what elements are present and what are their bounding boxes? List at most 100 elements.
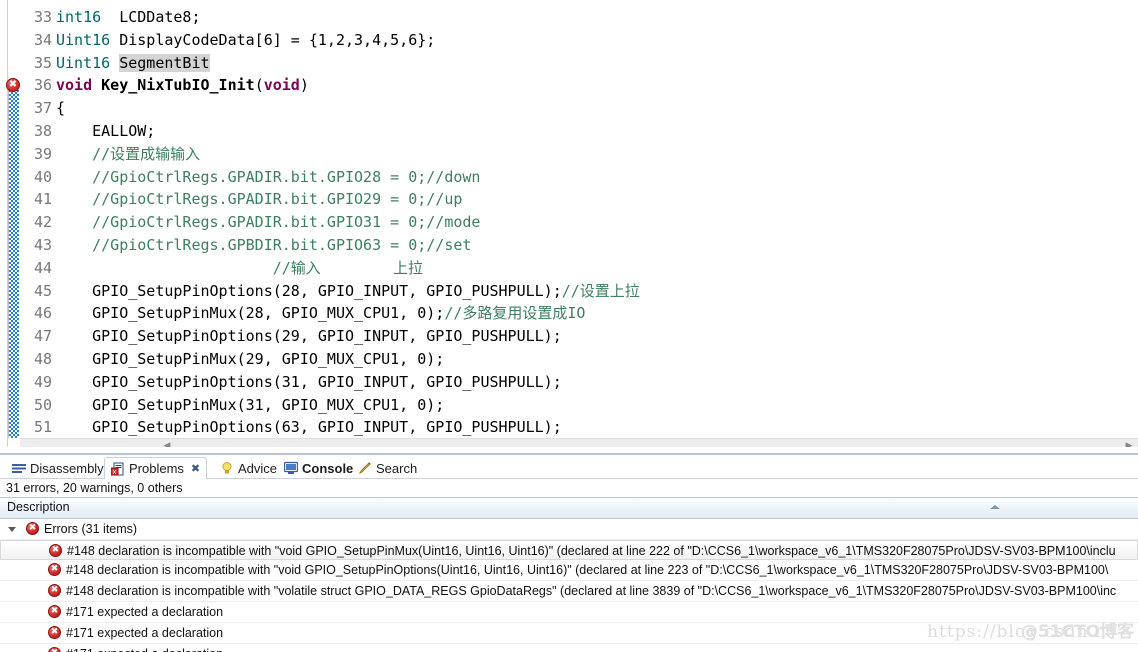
line-number: 35	[33, 53, 52, 72]
sort-ascending-icon[interactable]	[990, 505, 1000, 509]
code-token: DisplayCodeData[6] = {1,2,3,4,5,6};	[110, 30, 436, 49]
line-number: 33	[33, 8, 52, 26]
table-row[interactable]: ✖ #171 expected a declaration	[0, 644, 1138, 652]
close-icon[interactable]: ✖	[191, 462, 200, 475]
code-line[interactable]: 39 //设置成输输入	[0, 143, 1138, 166]
code-token: //GpioCtrlRegs.GPADIR.bit.GPIO29 = 0;//u…	[56, 190, 463, 209]
code-token: void	[56, 76, 93, 95]
code-line[interactable]: 35 Uint16 SegmentBit	[0, 52, 1138, 75]
code-line[interactable]: 51 GPIO_SetupPinOptions(63, GPIO_INPUT, …	[0, 416, 1138, 439]
tab-console[interactable]: Console	[278, 457, 359, 479]
expand-collapse-icon[interactable]	[8, 527, 16, 532]
line-number: 49	[33, 372, 52, 391]
code-token: //GpioCtrlRegs.GPBDIR.bit.GPIO63 = 0;//s…	[56, 235, 472, 254]
code-token: //GpioCtrlRegs.GPADIR.bit.GPIO28 = 0;//d…	[56, 167, 481, 186]
svg-text:x: x	[112, 468, 116, 476]
code-line-text: //输入 上拉	[56, 257, 423, 280]
table-row[interactable]: ✖ #148 declaration is incompatible with "…	[0, 540, 1138, 560]
search-icon	[358, 461, 372, 475]
code-text-area[interactable]: 3233int16 LCDDate8;34Uint16 DisplayCodeD…	[0, 0, 1138, 438]
code-line-text: GPIO_SetupPinMux(28, GPIO_MUX_CPU1, 0);/…	[56, 302, 585, 325]
code-line[interactable]: 40 //GpioCtrlRegs.GPADIR.bit.GPIO28 = 0;…	[0, 166, 1138, 189]
code-line[interactable]: 38 EALLOW;	[0, 120, 1138, 143]
code-line-text: int16 LCDDate8;	[56, 6, 201, 29]
code-line[interactable]: 45 GPIO_SetupPinOptions(28, GPIO_INPUT, …	[0, 280, 1138, 303]
code-token: //设置成输输入	[56, 144, 201, 163]
tab-label: Console	[302, 460, 354, 476]
code-token: {	[56, 99, 66, 118]
problems-table-header[interactable]: Description	[0, 497, 1138, 519]
code-line[interactable]: 47 GPIO_SetupPinOptions(29, GPIO_INPUT, …	[0, 325, 1138, 348]
editor-horizontal-scrollbar[interactable]: ◀ ▶	[20, 438, 1138, 447]
problems-icon: x	[110, 462, 125, 476]
tab-problems[interactable]: x Problems ✖	[104, 457, 208, 479]
lightbulb-icon	[220, 461, 234, 475]
code-line[interactable]: 50 GPIO_SetupPinMux(31, GPIO_MUX_CPU1, 0…	[0, 394, 1138, 417]
console-icon	[283, 461, 299, 475]
code-line[interactable]: 42 //GpioCtrlRegs.GPADIR.bit.GPIO31 = 0;…	[0, 211, 1138, 234]
table-row[interactable]: ✖ #171 expected a declaration	[0, 602, 1138, 623]
line-number: 51	[33, 418, 52, 437]
code-line-text: GPIO_SetupPinOptions(28, GPIO_INPUT, GPI…	[56, 280, 640, 303]
code-line[interactable]: ✖ 36 void Key_NixTubIO_Init(void)	[0, 74, 1138, 97]
bottom-view-tabbar[interactable]: Disassembly x Problems ✖ Advice Console Search	[0, 457, 1138, 479]
table-row[interactable]: ✖ #171 expected a declaration	[0, 623, 1138, 644]
line-number: 36	[33, 76, 52, 95]
code-line-text: GPIO_SetupPinMux(31, GPIO_MUX_CPU1, 0);	[56, 394, 444, 417]
code-token: GPIO_SetupPinOptions(28, GPIO_INPUT, GPI…	[56, 281, 562, 300]
problem-description: #171 expected a declaration	[66, 644, 223, 652]
error-icon: ✖	[49, 544, 62, 557]
code-line[interactable]: 37{	[0, 97, 1138, 120]
line-number: 43	[33, 235, 52, 254]
error-icon: ✖	[48, 626, 61, 639]
table-row[interactable]: ✖ #148 declaration is incompatible with "…	[0, 581, 1138, 602]
line-number: 40	[33, 167, 52, 186]
code-token: //输入 上拉	[56, 258, 424, 277]
code-line-text: //GpioCtrlRegs.GPADIR.bit.GPIO29 = 0;//u…	[56, 188, 462, 211]
scroll-left-arrow-icon[interactable]: ◀	[160, 439, 174, 447]
column-header-description[interactable]: Description	[7, 500, 70, 514]
tab-label: Advice	[238, 460, 278, 476]
line-number: 46	[33, 304, 52, 323]
code-token: Uint16	[56, 30, 111, 49]
code-line[interactable]: 41 //GpioCtrlRegs.GPADIR.bit.GPIO29 = 0;…	[0, 188, 1138, 211]
tab-disassembly[interactable]: Disassembly	[6, 457, 110, 479]
line-number: 34	[33, 30, 52, 49]
code-line[interactable]: 49 GPIO_SetupPinOptions(31, GPIO_INPUT, …	[0, 371, 1138, 394]
disassembly-icon	[12, 461, 26, 475]
error-icon: ✖	[48, 647, 61, 652]
code-line[interactable]: 46 GPIO_SetupPinMux(28, GPIO_MUX_CPU1, 0…	[0, 302, 1138, 325]
code-line-text: GPIO_SetupPinMux(29, GPIO_MUX_CPU1, 0);	[56, 348, 444, 371]
problems-table-body[interactable]: ✖ Errors (31 items) ✖ #148 declaration is i…	[0, 519, 1138, 652]
code-token: GPIO_SetupPinMux(28, GPIO_MUX_CPU1, 0);	[56, 304, 445, 323]
table-row[interactable]: ✖ Errors (31 items)	[0, 519, 1138, 540]
ccs-ide-window: 3233int16 LCDDate8;34Uint16 DisplayCodeD…	[0, 0, 1138, 652]
problem-description: Errors (31 items)	[44, 522, 138, 536]
code-line-text: EALLOW;	[56, 120, 155, 143]
tab-search[interactable]: Search	[352, 457, 423, 479]
code-token: Uint16	[56, 53, 111, 72]
code-editor[interactable]: 3233int16 LCDDate8;34Uint16 DisplayCodeD…	[0, 0, 1138, 447]
code-line-text: GPIO_SetupPinOptions(63, GPIO_INPUT, GPI…	[56, 416, 562, 439]
scroll-right-arrow-icon[interactable]: ▶	[1122, 439, 1136, 447]
code-line[interactable]: 43 //GpioCtrlRegs.GPBDIR.bit.GPIO63 = 0;…	[0, 234, 1138, 257]
code-line-text: {	[56, 97, 65, 120]
code-token: //GpioCtrlRegs.GPADIR.bit.GPIO31 = 0;//m…	[56, 213, 481, 232]
code-line[interactable]: 44 //输入 上拉	[0, 257, 1138, 280]
code-line[interactable]: 48 GPIO_SetupPinMux(29, GPIO_MUX_CPU1, 0…	[0, 348, 1138, 371]
code-line-text: void Key_NixTubIO_Init(void)	[56, 74, 309, 97]
code-token: LCDDate8;	[101, 8, 201, 26]
line-number: 50	[33, 395, 52, 414]
code-line-text: GPIO_SetupPinOptions(29, GPIO_INPUT, GPI…	[56, 325, 562, 348]
code-line-text: //GpioCtrlRegs.GPADIR.bit.GPIO31 = 0;//m…	[56, 211, 480, 234]
editor-bottom-divider	[0, 453, 1138, 455]
error-icon: ✖	[48, 584, 61, 597]
tab-label: Search	[376, 460, 418, 476]
code-line-text: //GpioCtrlRegs.GPADIR.bit.GPIO28 = 0;//d…	[56, 166, 480, 189]
code-line[interactable]: 34 Uint16 DisplayCodeData[6] = {1,2,3,4,5…	[0, 29, 1138, 52]
tab-advice[interactable]: Advice	[214, 457, 283, 479]
code-line[interactable]: 33 int16 LCDDate8;	[0, 6, 1138, 29]
table-row[interactable]: ✖ #148 declaration is incompatible with "…	[0, 560, 1138, 581]
problem-description: #171 expected a declaration	[66, 605, 224, 619]
